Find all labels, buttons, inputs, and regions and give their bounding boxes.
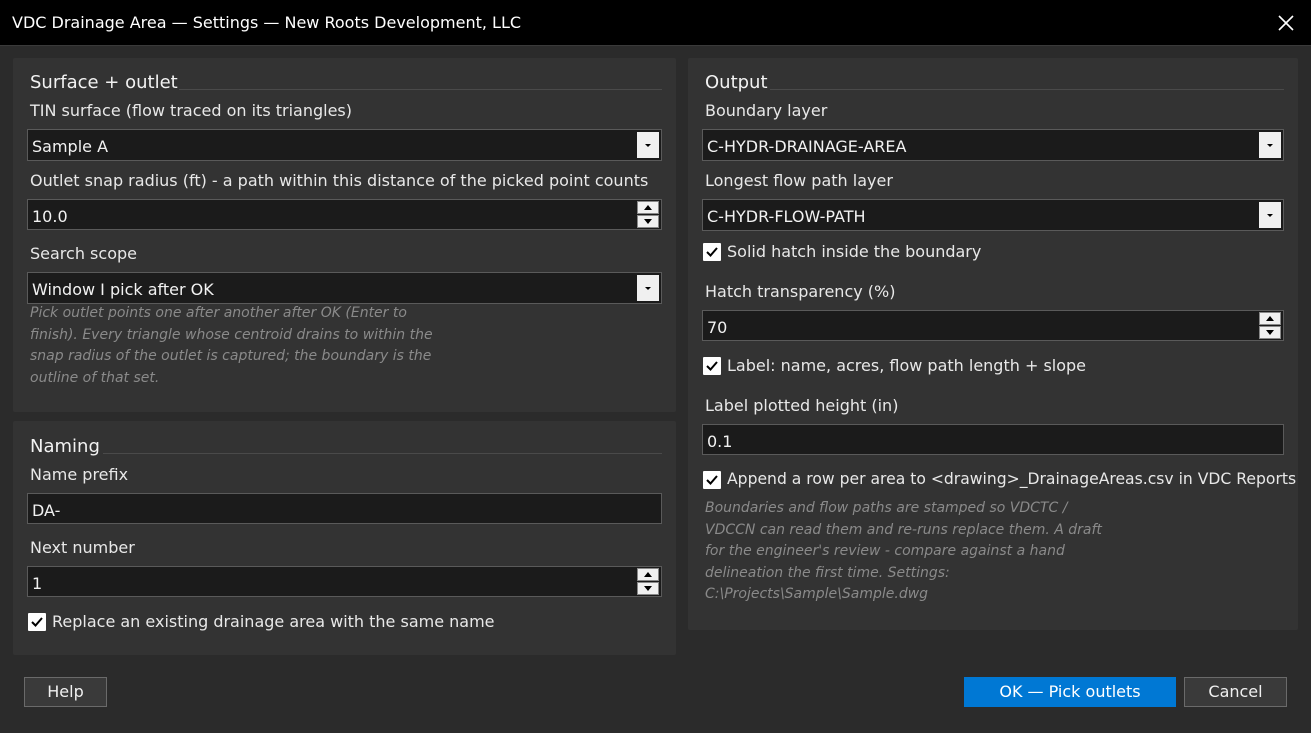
help-button[interactable]: Help [24,677,107,707]
hint-line: finish). Every triangle whose centroid d… [30,326,433,343]
name-prefix-label: Name prefix [30,465,129,484]
hint-line: outline of that set. [30,369,160,386]
checkmark-icon [706,361,718,371]
spin-up-icon[interactable] [637,201,659,214]
boundary-layer-label: Boundary layer [705,101,828,120]
surface-outlet-panel: Surface + outlet TIN surface (flow trace… [13,58,676,412]
naming-panel: Naming Name prefix DA- Next number 1 Rep… [13,421,676,655]
hint-line: for the engineer's review - compare agai… [705,543,1065,559]
solid-hatch-checkbox[interactable] [703,243,721,261]
dropdown-arrow-icon[interactable] [637,275,659,301]
hint-line: Pick outlet points one after another aft… [30,305,407,321]
hatch-transparency-label: Hatch transparency (%) [705,282,896,301]
flow-path-layer-value: C-HYDR-FLOW-PATH [707,207,866,226]
next-number-label: Next number [30,538,135,557]
output-hint: Boundaries and flow paths are stamped so… [705,498,1125,606]
hint-line: snap radius of the outlet is captured; t… [30,348,432,364]
close-icon[interactable] [1273,10,1299,36]
hint-line: C:\Projects\Sample\Sample.dwg [705,586,929,602]
search-scope-label: Search scope [30,244,137,263]
solid-hatch-label[interactable]: Solid hatch inside the boundary [727,242,981,261]
title-bar: VDC Drainage Area — Settings — New Roots… [0,0,1311,46]
hint-line: VDCCN can read them and re-runs replace … [705,521,1102,538]
spin-up-icon[interactable] [637,568,659,581]
spin-down-icon[interactable] [637,215,659,228]
snap-radius-stepper[interactable]: 10.0 [27,199,662,230]
tin-surface-select[interactable]: Sample A [27,129,662,161]
replace-checkbox[interactable] [28,613,46,631]
label-option-label[interactable]: Label: name, acres, flow path length + s… [727,356,1086,375]
search-scope-select[interactable]: Window I pick after OK [27,272,662,304]
tin-surface-value: Sample A [32,137,109,156]
flow-path-layer-label: Longest flow path layer [705,171,893,190]
hint-line: Boundaries and flow paths are stamped so… [705,500,1068,516]
spinner[interactable] [637,201,659,229]
surface-hint: Pick outlet points one after another aft… [30,303,450,389]
dropdown-arrow-icon[interactable] [1259,132,1281,158]
output-panel: Output Boundary layer C-HYDR-DRAINAGE-AR… [688,58,1298,630]
append-csv-checkbox[interactable] [703,471,721,489]
spin-down-icon[interactable] [637,582,659,595]
hint-line: delineation the first time. Settings: [705,564,950,581]
boundary-layer-value: C-HYDR-DRAINAGE-AREA [707,137,907,156]
snap-radius-value: 10.0 [32,207,68,226]
hatch-transparency-stepper[interactable]: 70 [702,310,1284,341]
spin-down-icon[interactable] [1259,326,1281,339]
section-divider [103,453,662,454]
cancel-button[interactable]: Cancel [1184,677,1287,707]
label-height-label: Label plotted height (in) [705,396,899,415]
label-height-value: 0.1 [707,432,733,451]
snap-radius-label: Outlet snap radius (ft) - a path within … [30,171,649,190]
label-checkbox[interactable] [703,357,721,375]
hatch-transparency-value: 70 [707,318,728,337]
output-title: Output [705,72,768,93]
tin-surface-label: TIN surface (flow traced on its triangle… [30,101,353,120]
checkmark-icon [31,617,43,627]
naming-title: Naming [30,436,100,457]
boundary-layer-select[interactable]: C-HYDR-DRAINAGE-AREA [702,129,1284,161]
next-number-stepper[interactable]: 1 [27,566,662,597]
section-divider [770,89,1284,90]
replace-label[interactable]: Replace an existing drainage area with t… [52,612,495,631]
next-number-value: 1 [32,574,43,593]
flow-path-layer-select[interactable]: C-HYDR-FLOW-PATH [702,199,1284,231]
section-divider [179,89,662,90]
checkmark-icon [706,247,718,257]
spinner[interactable] [1259,312,1281,340]
label-height-input[interactable]: 0.1 [702,424,1284,455]
checkmark-icon [706,475,718,485]
spinner[interactable] [637,568,659,596]
surface-outlet-title: Surface + outlet [30,72,178,93]
window-title: VDC Drainage Area — Settings — New Roots… [12,13,522,32]
ok-pick-outlets-button[interactable]: OK — Pick outlets [964,677,1176,707]
search-scope-value: Window I pick after OK [32,280,214,299]
dropdown-arrow-icon[interactable] [1259,202,1281,228]
dropdown-arrow-icon[interactable] [637,132,659,158]
name-prefix-input[interactable]: DA- [27,493,662,524]
name-prefix-value: DA- [32,501,61,520]
spin-up-icon[interactable] [1259,312,1281,325]
append-csv-label[interactable]: Append a row per area to <drawing>_Drain… [727,470,1296,488]
